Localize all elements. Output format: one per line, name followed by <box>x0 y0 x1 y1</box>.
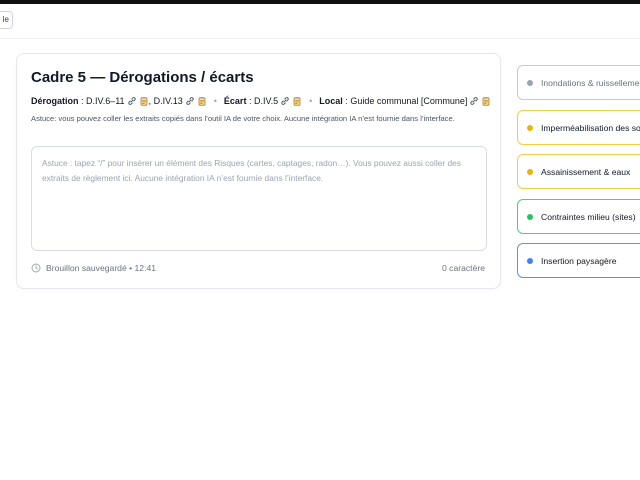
sidebar-item-label: Imperméabilisation des sols <box>541 122 640 133</box>
colon: : <box>342 96 351 106</box>
header-divider <box>0 38 640 39</box>
status-dot <box>527 79 533 86</box>
editor-placeholder: Astuce : tapez “/” pour insérer un éléme… <box>42 158 461 183</box>
sidebar-item-assainissement[interactable]: Assainissement & eaux <box>517 154 640 189</box>
sidebar-item-contraintes[interactable]: Contraintes milieu (sites) <box>517 199 640 234</box>
clipboard-icon[interactable] <box>481 96 491 106</box>
separator-dot: • <box>309 96 313 106</box>
link-icon[interactable] <box>185 96 195 106</box>
local-label: Local <box>319 96 343 106</box>
clock-icon <box>31 263 41 273</box>
clipboard-icon[interactable] <box>292 96 302 106</box>
separator-dot: • <box>213 96 217 106</box>
link-icon[interactable] <box>280 96 290 106</box>
status-dot <box>527 124 533 131</box>
ecart-ref[interactable]: D.IV.5 <box>254 96 278 106</box>
sidebar-item-label: Contraintes milieu (sites) <box>541 211 636 222</box>
sidebar-item-inondations[interactable]: Inondations & ruissellement <box>517 65 640 100</box>
colon: : <box>78 96 87 106</box>
top-tab-button[interactable]: le <box>0 11 13 29</box>
derogation-ref-2[interactable]: , D.IV.13 <box>149 96 183 106</box>
section-title: Cadre 5 — Dérogations / écarts <box>31 69 254 86</box>
clipboard-icon[interactable] <box>139 96 149 106</box>
save-status: Brouillon sauvegardé • 12:41 <box>31 263 156 273</box>
sidebar-item-label: Assainissement & eaux <box>541 166 631 177</box>
ecart-label: Écart <box>223 96 247 106</box>
sidebar-item-impermeabilisation[interactable]: Imperméabilisation des sols <box>517 110 640 145</box>
sidebar-item-label: Insertion paysagère <box>541 255 617 266</box>
status-dot <box>527 257 533 264</box>
status-dot <box>527 213 533 220</box>
link-icon[interactable] <box>469 96 479 106</box>
char-count: 0 caractère <box>442 263 485 273</box>
section-card: Cadre 5 — Dérogations / écarts Dérogatio… <box>16 53 501 289</box>
local-ref[interactable]: Guide communal [Commune] <box>350 96 467 106</box>
hint-text: Astuce: vous pouvez coller les extraits … <box>31 114 455 123</box>
colon: : <box>246 96 254 106</box>
sidebar-item-label: Inondations & ruissellement <box>541 77 640 88</box>
top-bar <box>0 0 640 4</box>
references-line: Dérogation : D.IV.6–11 , D.IV.13 • Écart… <box>31 96 491 106</box>
clipboard-icon[interactable] <box>197 96 207 106</box>
derogation-ref-1[interactable]: D.IV.6–11 <box>86 96 125 106</box>
save-status-text: Brouillon sauvegardé • 12:41 <box>46 263 157 273</box>
sidebar-item-insertion[interactable]: Insertion paysagère <box>517 243 640 278</box>
link-icon[interactable] <box>127 96 137 106</box>
draft-editor[interactable]: Astuce : tapez “/” pour insérer un éléme… <box>31 146 487 251</box>
derogation-label: Dérogation <box>31 96 79 106</box>
status-dot <box>527 168 533 175</box>
